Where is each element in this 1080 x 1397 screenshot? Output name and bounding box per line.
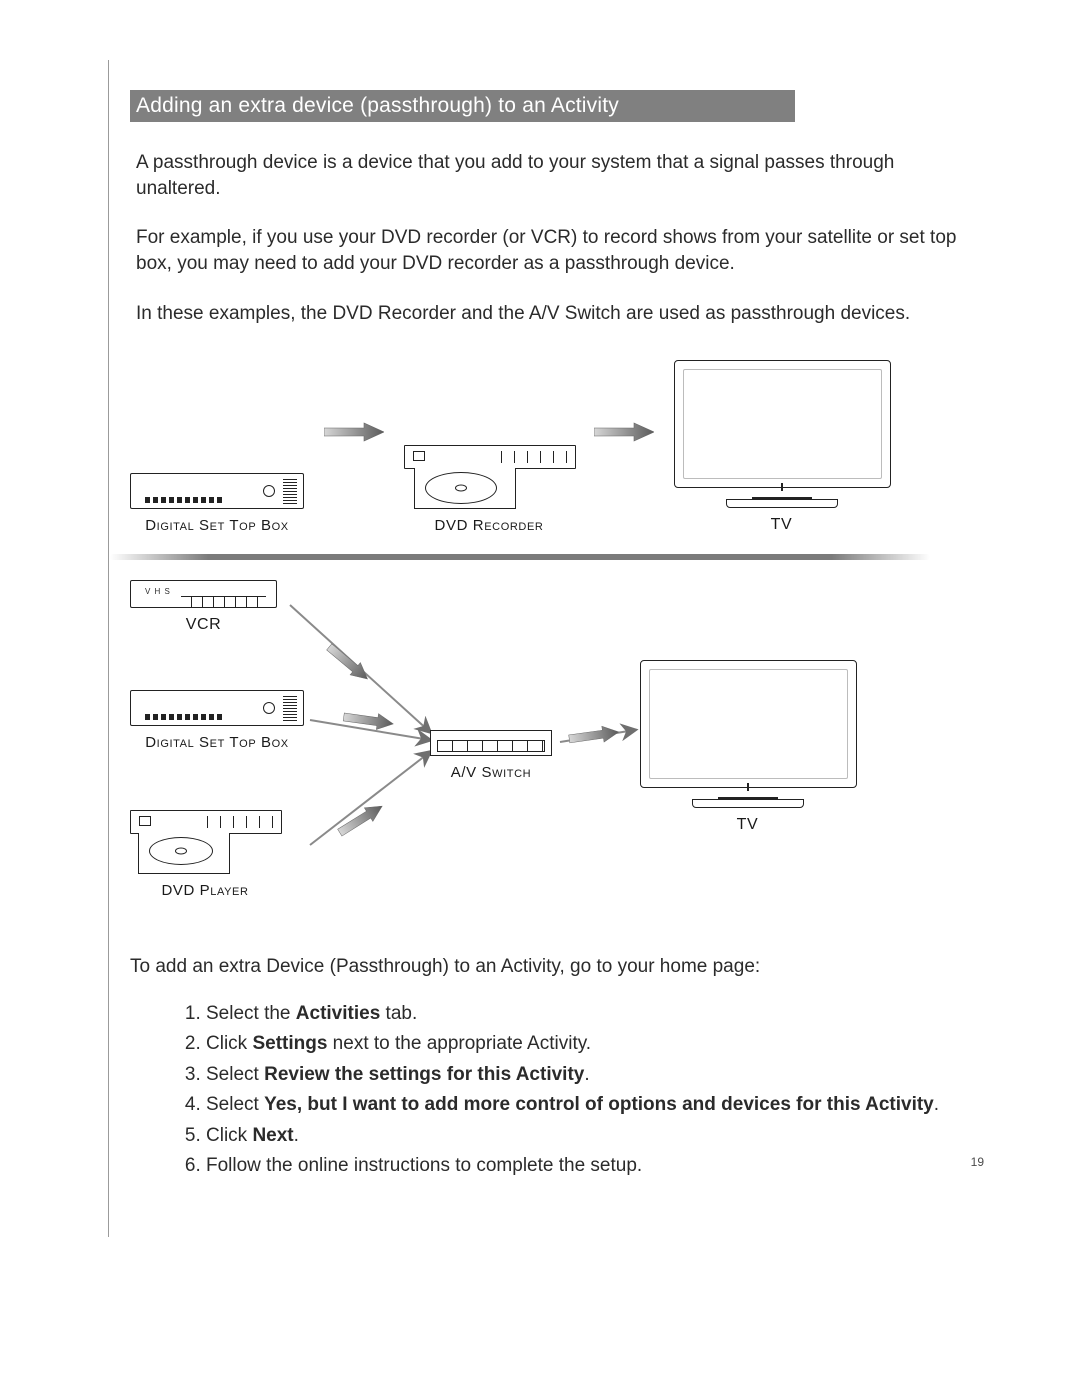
passthrough-diagram: Digital Set Top Box DVD Recorder TV (130, 360, 890, 930)
step-text: . (584, 1064, 589, 1085)
device-tv: TV (674, 360, 889, 534)
paragraph-examples-note: In these examples, the DVD Recorder and … (136, 301, 984, 327)
step-bold: Activities (296, 1003, 380, 1024)
label-set-top-box: Digital Set Top Box (145, 734, 289, 751)
manual-page: Adding an extra device (passthrough) to … (0, 0, 1080, 1397)
device-set-top-box: Digital Set Top Box (130, 473, 304, 534)
step-text: Select (206, 1064, 264, 1085)
step-text: . (294, 1125, 299, 1146)
step-text: Follow the online instructions to comple… (206, 1155, 642, 1176)
steps-list: Select the Activities tab. Click Setting… (180, 1000, 990, 1181)
page-content: Adding an extra device (passthrough) to … (130, 90, 990, 1181)
label-dvd-recorder: DVD Recorder (435, 517, 544, 534)
paragraph-example: For example, if you use your DVD recorde… (136, 225, 984, 276)
step-bold: Settings (252, 1033, 327, 1054)
step-text: . (934, 1094, 939, 1115)
step-item: Select Yes, but I want to add more contr… (206, 1091, 950, 1120)
step-text: Select (206, 1094, 264, 1115)
device-dvd-player: DVD Player (130, 810, 280, 899)
step-item: Select the Activities tab. (206, 1000, 950, 1029)
step-item: Click Next. (206, 1122, 950, 1151)
arrow-icon (594, 421, 654, 443)
diagram-divider (110, 554, 930, 560)
diagram-row-top: Digital Set Top Box DVD Recorder TV (130, 360, 890, 534)
step-bold: Review the settings for this Activity (264, 1064, 584, 1085)
step-text: Click (206, 1125, 252, 1146)
diagram-cluster-bottom: V H S VCR Digital Set Top Box DVD Player… (130, 580, 890, 930)
label-set-top-box: Digital Set Top Box (145, 517, 289, 534)
device-set-top-box: Digital Set Top Box (130, 690, 304, 751)
device-tv: TV (640, 660, 855, 834)
label-vcr: VCR (186, 616, 222, 634)
step-item: Follow the online instructions to comple… (206, 1152, 950, 1181)
steps-intro: To add an extra Device (Passthrough) to … (130, 954, 990, 980)
step-text: Select the (206, 1003, 296, 1024)
step-item: Click Settings next to the appropriate A… (206, 1030, 950, 1059)
step-text: next to the appropriate Activity. (327, 1033, 591, 1054)
step-text: Click (206, 1033, 252, 1054)
left-margin-rule (108, 60, 109, 1237)
device-vcr: V H S VCR (130, 580, 277, 634)
step-bold: Yes, but I want to add more control of o… (264, 1094, 934, 1115)
paragraph-intro: A passthrough device is a device that yo… (136, 150, 984, 201)
label-dvd-player: DVD Player (161, 882, 248, 899)
device-av-switch: A/V Switch (430, 730, 552, 781)
vcr-panel-text: V H S (145, 587, 171, 596)
arrow-icon (324, 421, 384, 443)
step-bold: Next (252, 1125, 293, 1146)
page-number: 19 (971, 1155, 984, 1169)
label-tv: TV (771, 516, 793, 534)
device-dvd-recorder: DVD Recorder (404, 445, 574, 534)
label-av-switch: A/V Switch (451, 764, 531, 781)
section-heading: Adding an extra device (passthrough) to … (130, 90, 795, 122)
step-item: Select Review the settings for this Acti… (206, 1061, 950, 1090)
label-tv: TV (737, 816, 759, 834)
step-text: tab. (380, 1003, 417, 1024)
